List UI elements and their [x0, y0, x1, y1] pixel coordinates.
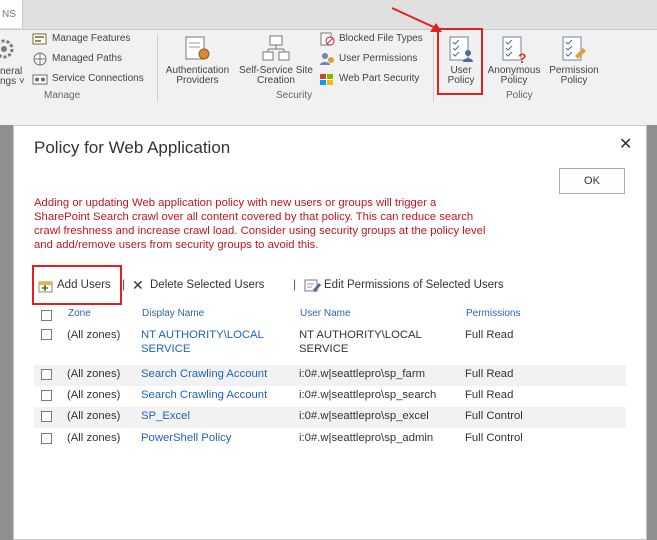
service-connections-icon	[32, 74, 48, 85]
row-checkbox[interactable]	[41, 369, 52, 380]
ok-button[interactable]: OK	[559, 168, 625, 194]
table-row: (All zones) Search Crawling Account i:0#…	[34, 365, 626, 386]
column-header-permissions[interactable]: Permissions	[466, 308, 520, 319]
user-name-cell: i:0#.w|seattlepro\sp_admin	[299, 432, 434, 444]
manage-features-icon	[32, 33, 47, 45]
row-checkbox[interactable]	[41, 433, 52, 444]
ribbon-tab-bar: NS	[0, 0, 657, 30]
warning-line: crawl freshness and increase crawl load.…	[34, 225, 486, 237]
table-row: (All zones) Search Crawling Account i:0#…	[34, 386, 626, 407]
user-name-cell: i:0#.w|seattlepro\sp_farm	[299, 368, 426, 380]
delete-x-icon: ✕	[132, 277, 144, 293]
authentication-providers-button[interactable]: Authentication Providers	[160, 34, 235, 86]
self-service-site-creation-label-2: Creation	[257, 75, 295, 86]
warning-message: Adding or updating Web application polic…	[34, 196, 554, 252]
policy-dialog: Policy for Web Application ✕ OK Adding o…	[13, 125, 647, 540]
close-icon[interactable]: ✕	[619, 134, 632, 154]
zone-cell: (All zones)	[67, 432, 121, 444]
edit-permissions-icon	[304, 279, 321, 292]
select-all-checkbox[interactable]	[41, 310, 52, 321]
user-permissions-label: User Permissions	[339, 53, 418, 64]
security-group-label: Security	[276, 90, 313, 101]
group-divider	[433, 34, 434, 102]
permission-policy-icon	[562, 36, 586, 61]
certificate-icon	[185, 36, 209, 60]
general-settings-label-2: ngs ˅	[0, 76, 25, 87]
globe-icon	[33, 52, 47, 66]
display-name-link[interactable]: Search Crawling Account	[141, 368, 267, 380]
user-name-cell: NT AUTHORITY\LOCAL	[299, 329, 422, 341]
permission-policy-button[interactable]: Permission Policy	[546, 34, 602, 86]
add-users-highlight-box	[32, 265, 122, 305]
blocked-file-icon	[320, 32, 335, 46]
display-name-link[interactable]: SP_Excel	[141, 410, 190, 422]
zone-cell: (All zones)	[67, 410, 121, 422]
permissions-cell: Full Control	[465, 432, 523, 444]
user-name-cell: SERVICE	[299, 343, 349, 355]
column-header-zone[interactable]: Zone	[68, 308, 91, 319]
red-arrow-icon	[391, 7, 442, 32]
table-row: (All zones) PowerShell Policy i:0#.w|sea…	[34, 428, 626, 449]
permissions-cell: Full Read	[465, 389, 514, 401]
dialog-title: Policy for Web Application	[34, 138, 231, 157]
delete-selected-users-label: Delete Selected Users	[150, 279, 265, 291]
edit-permissions-label: Edit Permissions of Selected Users	[324, 279, 504, 291]
manage-group-label: Manage	[44, 90, 81, 101]
managed-paths-label: Managed Paths	[52, 53, 123, 64]
warning-line: and add/remove users from security group…	[34, 239, 319, 251]
ribbon-tab[interactable]: NS	[0, 0, 23, 28]
display-name-link[interactable]: SERVICE	[141, 343, 190, 355]
column-header-user-name[interactable]: User Name	[300, 308, 351, 319]
row-checkbox[interactable]	[41, 329, 52, 340]
row-checkbox[interactable]	[41, 390, 52, 401]
svg-text:?: ?	[518, 50, 527, 64]
row-checkbox[interactable]	[41, 411, 52, 422]
permissions-cell: Full Control	[465, 410, 523, 422]
site-hierarchy-icon	[262, 35, 290, 61]
toolbar-separator: |	[293, 277, 297, 291]
web-part-security-label: Web Part Security	[339, 73, 420, 84]
user-policy-highlight-box	[437, 28, 483, 95]
column-header-display-name[interactable]: Display Name	[142, 308, 204, 319]
zone-cell: (All zones)	[67, 368, 121, 380]
user-permissions-icon	[320, 53, 334, 65]
service-connections-label: Service Connections	[52, 73, 144, 84]
web-part-security-icon	[320, 74, 333, 85]
manage-features-label: Manage Features	[52, 33, 131, 44]
permissions-cell: Full Read	[465, 368, 514, 380]
anonymous-policy-button[interactable]: ? Anonymous Policy	[485, 34, 543, 86]
self-service-site-creation-button[interactable]: Self-Service Site Creation	[236, 34, 316, 86]
ribbon: NS neral ngs ˅ Manage Features Managed P…	[0, 0, 657, 125]
display-name-link[interactable]: Search Crawling Account	[141, 389, 267, 401]
anonymous-policy-icon: ?	[502, 36, 527, 64]
anonymous-policy-label-2: Policy	[500, 75, 528, 86]
authentication-providers-label-2: Providers	[176, 75, 219, 86]
group-divider	[157, 34, 158, 102]
zone-cell: (All zones)	[67, 389, 121, 401]
user-name-cell: i:0#.w|seattlepro\sp_search	[299, 389, 437, 401]
warning-line: Adding or updating Web application polic…	[34, 197, 437, 209]
display-name-link[interactable]: PowerShell Policy	[141, 432, 231, 444]
toolbar-separator: |	[122, 277, 126, 291]
table-row: (All zones) SP_Excel i:0#.w|seattlepro\s…	[34, 407, 626, 428]
warning-line: SharePoint Search crawl over all content…	[34, 211, 474, 223]
zone-cell: (All zones)	[67, 329, 121, 341]
display-name-link[interactable]: NT AUTHORITY\LOCAL	[141, 329, 264, 341]
gear-icon	[0, 39, 14, 59]
permissions-cell: Full Read	[465, 329, 514, 341]
permission-policy-label-2: Policy	[560, 75, 588, 86]
user-name-cell: i:0#.w|seattlepro\sp_excel	[299, 410, 429, 422]
policy-group-label: Policy	[506, 90, 533, 101]
table-row: (All zones) NT AUTHORITY\LOCAL SERVICE N…	[34, 327, 626, 363]
